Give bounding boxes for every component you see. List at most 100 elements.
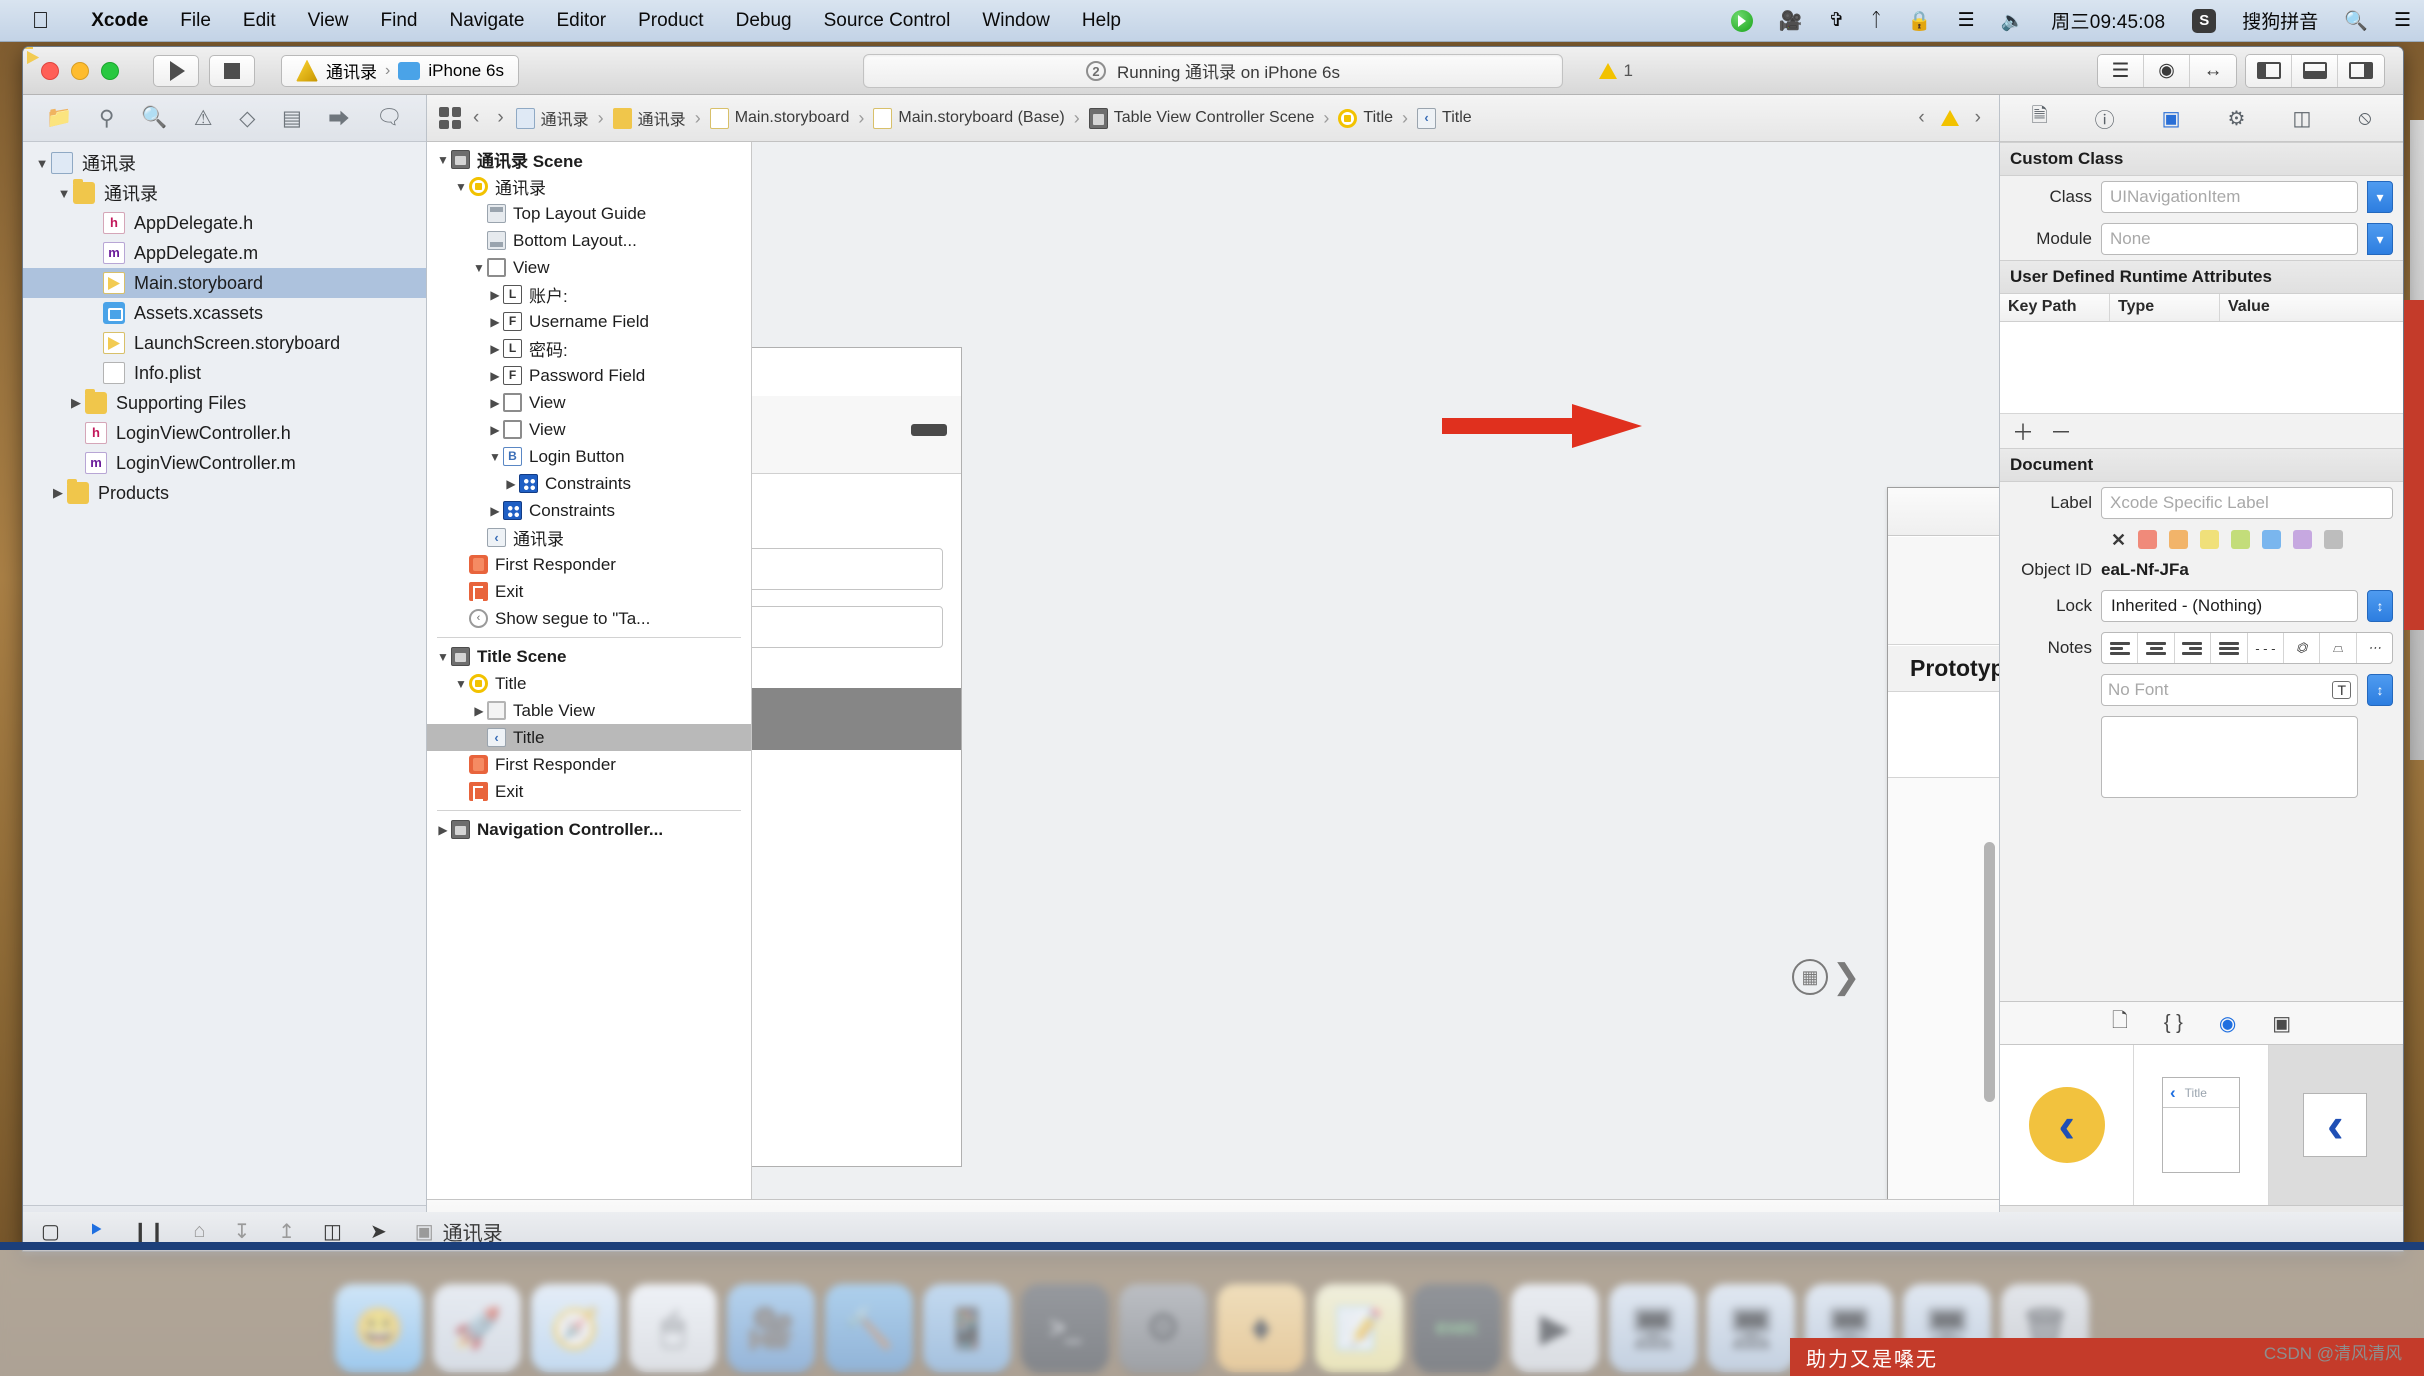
breadcrumb-item-nav-item[interactable]: ‹ Title (1417, 107, 1472, 129)
outline-row-bottom-layout-guide[interactable]: Bottom Layout... (427, 227, 751, 254)
tree-row-products[interactable]: ▶ Products (23, 478, 426, 508)
disclosure-triangle-icon[interactable]: ▼ (33, 156, 51, 171)
disclosure-triangle-icon[interactable]: ▼ (453, 180, 469, 194)
breadcrumb[interactable]: ‹ › 通讯录 › 通讯录 › Main.storyboard › Main.s… (427, 95, 1999, 142)
lock-select[interactable]: Inherited - (Nothing) (2101, 590, 2358, 622)
class-dropdown-icon[interactable]: ▾ (2367, 181, 2393, 213)
menu-item-source-control[interactable]: Source Control (808, 10, 967, 32)
color-swatch-red[interactable] (2138, 530, 2158, 549)
library-tabbar[interactable]: 🗋 { } ◉ ▣ (2000, 1001, 2403, 1045)
toggle-debug-area-button[interactable] (2292, 54, 2338, 87)
align-left-icon[interactable] (2102, 633, 2139, 663)
disclosure-triangle-icon[interactable]: ▼ (435, 153, 451, 167)
menu-item-window[interactable]: Window (966, 10, 1066, 32)
menu-item-debug[interactable]: Debug (720, 10, 808, 32)
camera-icon[interactable]: 🎥 (1766, 9, 1816, 33)
preview-bar-button-item[interactable]: ‹ (2268, 1045, 2403, 1205)
font-stepper-icon[interactable]: ↕ (2367, 674, 2393, 706)
more-options-icon[interactable]: ⋯ (2357, 633, 2392, 663)
disclosure-triangle-icon[interactable]: ▶ (435, 823, 451, 837)
notification-center-icon[interactable]: ☰ (2381, 9, 2424, 32)
outline-row-first-responder[interactable]: First Responder (427, 551, 751, 578)
close-window-button[interactable] (41, 61, 59, 80)
project-navigator-tab[interactable]: 📁 (46, 106, 72, 130)
minus-icon[interactable]: － (2050, 415, 2072, 447)
outline-row-title-exit[interactable]: Exit (427, 778, 751, 805)
disclosure-triangle-icon[interactable]: ▶ (487, 288, 503, 302)
document-outline-list[interactable]: ▼ 通讯录 Scene ▼ 通讯录 Top Layout Guide Botto… (427, 142, 751, 1199)
breadcrumb-item-group[interactable]: 通讯录 (612, 106, 686, 130)
outline-row-username-field[interactable]: ▶ F Username Field (427, 308, 751, 335)
disclosure-triangle-icon[interactable]: ▶ (487, 423, 503, 437)
identity-inspector-tab[interactable]: ▣ (2162, 106, 2181, 131)
editor-mode-segmented[interactable]: ☰ ◉ ↔ (2097, 53, 2237, 88)
volume-icon[interactable]: 🔈 (1988, 9, 2038, 33)
tree-row-infoplist[interactable]: ▶ Info.plist (23, 358, 426, 388)
stop-button[interactable] (209, 54, 255, 87)
view-debug-icon[interactable]: ◫ (323, 1219, 342, 1244)
window-controls[interactable] (41, 61, 119, 80)
disclosure-triangle-icon[interactable]: ▶ (487, 396, 503, 410)
menu-item-view[interactable]: View (292, 10, 365, 32)
notes-format-segmented[interactable]: - - - ⏣ ⏢ ⋯ (2101, 632, 2393, 664)
login-button-canvas[interactable] (752, 688, 961, 750)
outline-row-nav-item[interactable]: ‹ 通讯录 (427, 524, 751, 551)
file-template-library-tab[interactable]: 🗋 (2112, 1006, 2128, 1040)
quick-help-tab[interactable]: ⓘ (2095, 104, 2115, 133)
username-field-canvas[interactable] (752, 548, 943, 590)
back-chevron-icon[interactable]: ‹ (467, 107, 485, 129)
color-swatch-gray[interactable] (2324, 530, 2344, 549)
wifi-icon[interactable]: ☰ (1945, 9, 1988, 32)
tree-row-main-storyboard[interactable]: ▶ Main.storyboard (23, 268, 426, 298)
outline-row-view[interactable]: ▼ View (427, 254, 751, 281)
jumpbar-back-icon[interactable]: ‹ (1912, 107, 1930, 129)
color-swatch-orange[interactable] (2169, 530, 2189, 549)
tree-row-assets[interactable]: ▶ Assets.xcassets (23, 298, 426, 328)
menu-item-file[interactable]: File (164, 10, 227, 32)
tree-row-loginvc-m[interactable]: ▶ m LoginViewController.m (23, 448, 426, 478)
plus-icon[interactable]: ＋ (2012, 415, 2034, 447)
outline-row-table-view[interactable]: ▶ Table View (427, 697, 751, 724)
segue-connector[interactable]: ▦ ❯ (1792, 957, 1861, 997)
disclosure-triangle-icon[interactable]: ▼ (471, 261, 487, 275)
find-navigator-tab[interactable]: 🔍 (141, 106, 167, 130)
outline-row-exit[interactable]: Exit (427, 578, 751, 605)
navigation-bar-canvas[interactable]: 12312 (1888, 537, 1999, 645)
object-library-tab[interactable]: ◉ (2219, 1011, 2236, 1036)
menu-item-product[interactable]: Product (622, 10, 719, 32)
preview-navigation-item[interactable]: ‹ (2000, 1045, 2135, 1205)
menu-item-help[interactable]: Help (1066, 10, 1137, 32)
menu-clock[interactable]: 周三09:45:08 (2037, 7, 2179, 34)
password-field-canvas[interactable] (752, 606, 943, 648)
inspector-tabbar[interactable]: 🗎 ⓘ ▣ ⚙ ◫ ⦸ (2000, 95, 2403, 142)
outline-row-label-account[interactable]: ▶ L 账户: (427, 281, 751, 308)
menu-item-editor[interactable]: Editor (540, 10, 622, 32)
tree-row-launchscreen[interactable]: ▶ LaunchScreen.storyboard (23, 328, 426, 358)
color-swatch-purple[interactable] (2293, 530, 2313, 549)
forward-chevron-icon[interactable]: › (491, 107, 509, 129)
report-navigator-tab[interactable]: 🗨 (376, 106, 403, 130)
issue-navigator-tab[interactable]: ⚠ (194, 106, 213, 131)
project-file-tree[interactable]: ▼ 通讯录 ▼ 通讯录 ▶ h AppDelegate.h ▶ m (23, 142, 426, 1205)
storyboard-canvas[interactable]: ▦ ❯ 12312 Protot (752, 142, 1999, 1199)
outline-row-view-2[interactable]: ▶ View (427, 389, 751, 416)
outline-row-label-password[interactable]: ▶ L 密码: (427, 335, 751, 362)
scheme-selector[interactable]: 通讯录 › iPhone 6s (281, 54, 519, 87)
clear-color-icon[interactable]: ✕ (2111, 531, 2126, 549)
source-control-navigator-tab[interactable]: ⚲ (99, 106, 114, 131)
disclosure-triangle-icon[interactable]: ▼ (55, 186, 73, 201)
menu-item-navigate[interactable]: Navigate (433, 10, 540, 32)
outline-row-title-vc[interactable]: ▼ Title (427, 670, 751, 697)
breakpoints-icon[interactable]: ⯈ (88, 1220, 104, 1243)
disclosure-triangle-icon[interactable]: ▼ (487, 450, 503, 464)
module-dropdown-icon[interactable]: ▾ (2367, 223, 2393, 255)
connections-inspector-tab[interactable]: ⦸ (2358, 107, 2371, 130)
list-icon[interactable]: - - - (2248, 633, 2284, 663)
version-editor-button[interactable]: ↔ (2190, 54, 2236, 87)
document-outline[interactable]: ▼ 通讯录 Scene ▼ 通讯录 Top Layout Guide Botto… (427, 142, 752, 1199)
outline-row-top-layout-guide[interactable]: Top Layout Guide (427, 200, 751, 227)
minimize-window-button[interactable] (71, 61, 89, 80)
outline-row-password-field[interactable]: ▶ F Password Field (427, 362, 751, 389)
tree-row-group[interactable]: ▼ 通讯录 (23, 178, 426, 208)
canvas-vertical-scrollbar[interactable] (1984, 842, 1995, 1102)
